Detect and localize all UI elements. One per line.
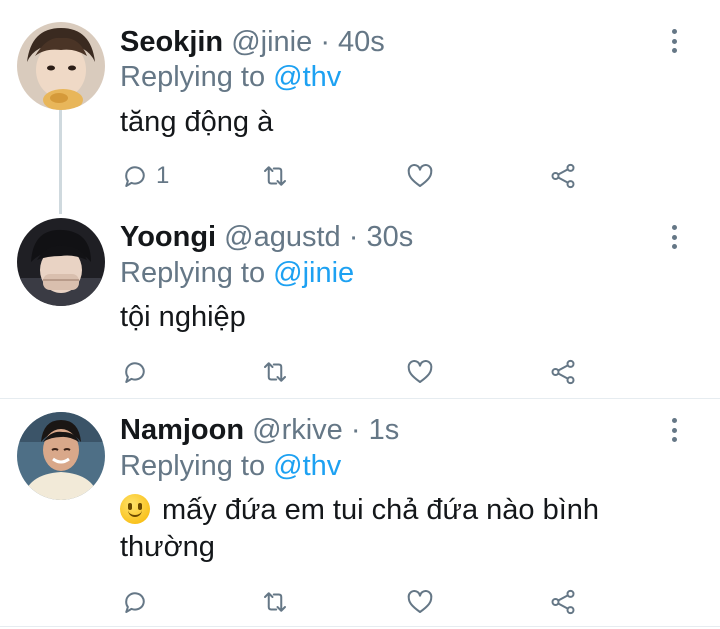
share-icon: [551, 359, 575, 385]
tweet-actions: [0, 586, 720, 618]
like-button[interactable]: [405, 356, 435, 388]
timestamp[interactable]: 40s: [338, 26, 385, 58]
replying-to-label: Replying to: [120, 61, 274, 93]
avatar[interactable]: [17, 22, 105, 110]
tweet-text: tăng động à: [120, 106, 274, 138]
replying-to-mention[interactable]: @jinie: [273, 257, 354, 289]
retweet-button[interactable]: [260, 586, 290, 618]
replying-to-label: Replying to: [120, 450, 274, 482]
tweet-text-container: mấy đứa em tui chả đứa nào bình thường: [120, 492, 680, 566]
replying-to-mention[interactable]: @thv: [273, 450, 341, 482]
share-icon: [551, 589, 575, 615]
like-button[interactable]: [405, 160, 435, 192]
reply-icon: [125, 592, 145, 613]
timestamp[interactable]: 30s: [366, 221, 413, 253]
user-handle[interactable]: @jinie: [231, 26, 312, 58]
reply-count: 1: [156, 162, 170, 189]
retweet-button[interactable]: [260, 356, 290, 388]
tweet-text: tội nghiệp: [120, 301, 246, 333]
timestamp[interactable]: 1s: [369, 414, 400, 446]
reply-icon: [125, 166, 145, 187]
share-button[interactable]: [548, 160, 578, 192]
display-name[interactable]: Yoongi: [120, 221, 216, 253]
separator-dot: ·: [350, 414, 361, 446]
separator-dot: ·: [348, 221, 359, 253]
tweet-text: mấy đứa em tui chả đứa nào bình thường: [120, 494, 600, 563]
retweet-icon: [264, 166, 286, 186]
replying-to-mention[interactable]: @thv: [273, 61, 341, 93]
replying-to-line: Replying to @jinie: [120, 256, 354, 290]
display-name[interactable]: Namjoon: [120, 414, 244, 446]
replying-to-label: Replying to: [120, 257, 274, 289]
replying-to-line: Replying to @thv: [120, 60, 341, 94]
share-icon: [551, 163, 575, 189]
more-vertical-icon[interactable]: [662, 222, 686, 252]
reply-button[interactable]: [120, 586, 156, 618]
more-vertical-icon[interactable]: [662, 415, 686, 445]
user-handle[interactable]: @agustd: [224, 221, 341, 253]
replying-to-line: Replying to @thv: [120, 449, 341, 483]
avatar[interactable]: [17, 218, 105, 306]
heart-icon: [407, 590, 433, 613]
tweet[interactable]: Yoongi @agustd · 30s Replying to @jinie …: [0, 200, 720, 398]
retweet-icon: [264, 592, 286, 612]
tweet-actions: [0, 356, 720, 388]
display-name[interactable]: Seokjin: [120, 26, 223, 58]
reply-button[interactable]: [120, 356, 156, 388]
share-button[interactable]: [548, 356, 578, 388]
tweet-divider: [0, 626, 720, 627]
avatar[interactable]: [17, 412, 105, 500]
user-handle[interactable]: @rkive: [252, 414, 343, 446]
slightly-smiling-face-emoji: [120, 494, 150, 524]
reply-thread: Seokjin @jinie · 40s Replying to @thv tă…: [0, 0, 720, 629]
reply-button[interactable]: 1: [120, 160, 169, 192]
share-button[interactable]: [548, 586, 578, 618]
separator-dot: ·: [320, 26, 330, 58]
retweet-icon: [264, 362, 286, 382]
heart-icon: [407, 360, 433, 383]
tweet-actions: 1: [0, 160, 720, 192]
like-button[interactable]: [405, 586, 435, 618]
reply-icon: [125, 362, 145, 383]
retweet-button[interactable]: [260, 160, 290, 192]
tweet[interactable]: Seokjin @jinie · 40s Replying to @thv tă…: [0, 0, 720, 200]
more-vertical-icon[interactable]: [662, 26, 686, 56]
heart-icon: [407, 164, 433, 187]
tweet[interactable]: Namjoon @rkive · 1s Replying to @thv mấy…: [0, 398, 720, 629]
